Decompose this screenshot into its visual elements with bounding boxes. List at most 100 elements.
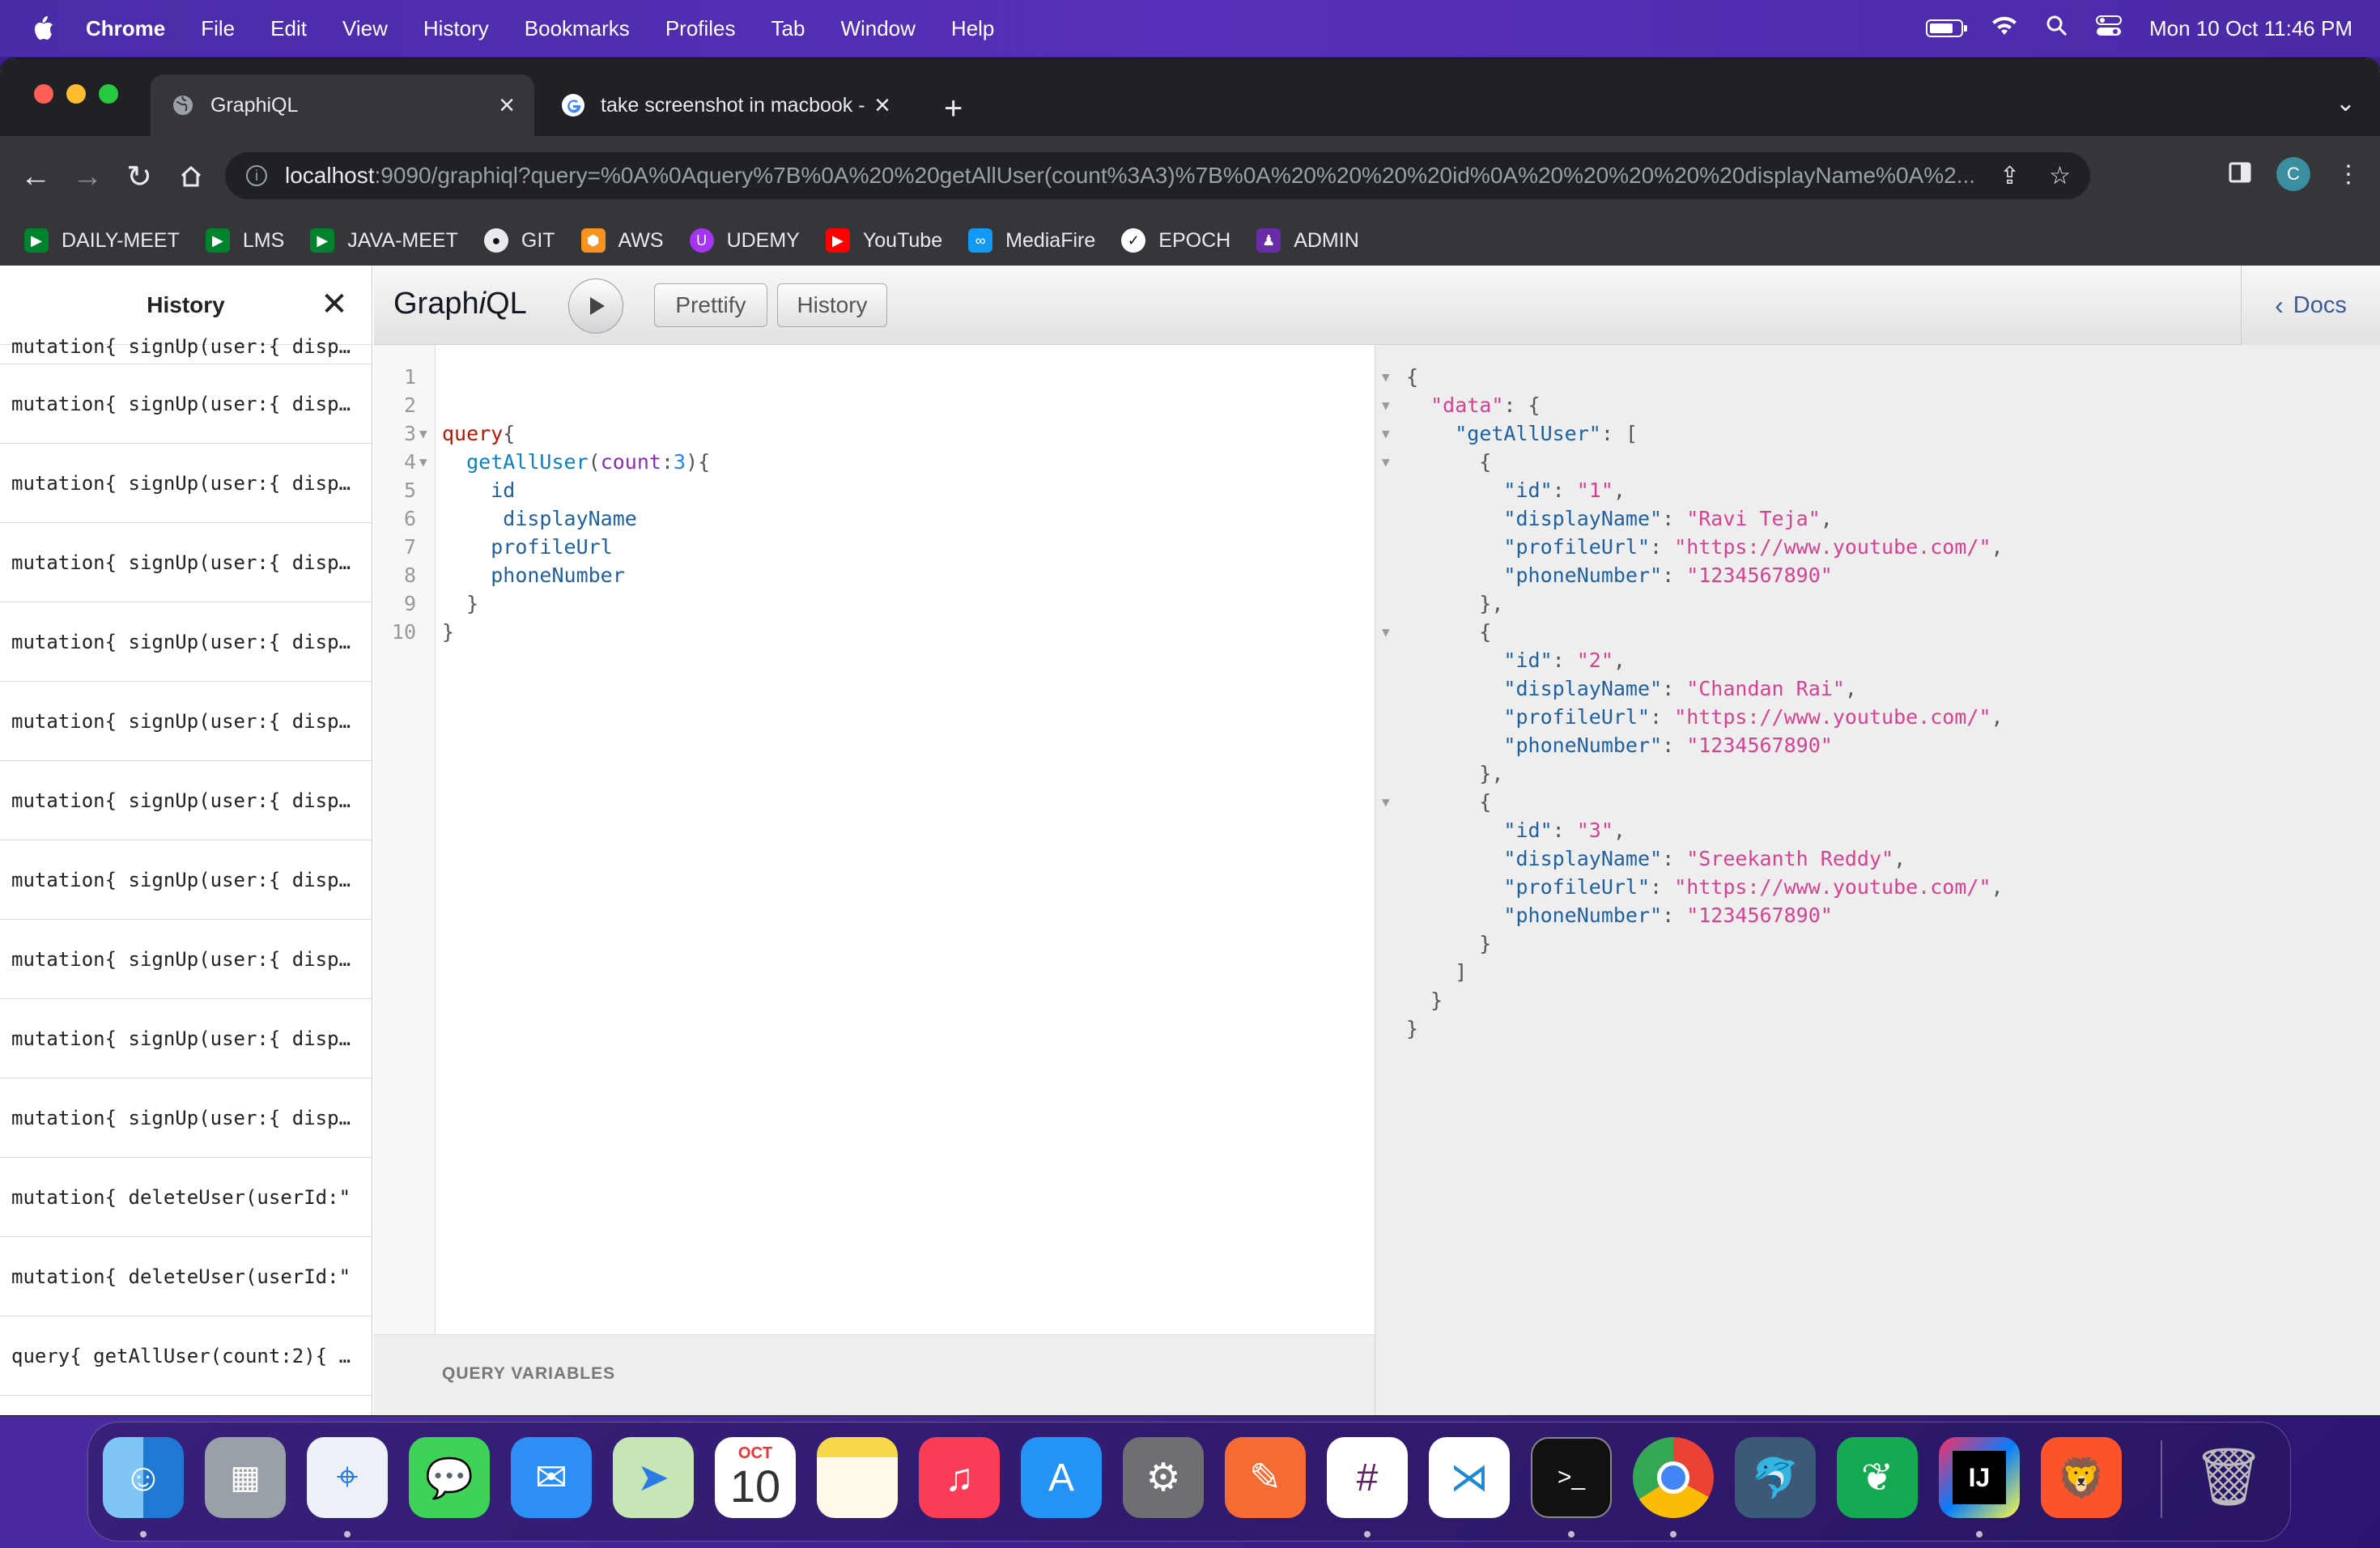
bookmark-aws[interactable]: ⬢ AWS bbox=[580, 228, 664, 253]
slack-icon[interactable]: # bbox=[1327, 1437, 1408, 1518]
history-item[interactable]: mutation{ signUp(user:{ displayName bbox=[0, 335, 372, 364]
maps-icon[interactable]: ➤ bbox=[613, 1437, 694, 1518]
new-tab-icon[interactable]: + bbox=[944, 91, 963, 127]
menu-tab[interactable]: Tab bbox=[771, 16, 805, 41]
history-item[interactable]: mutation{ signUp(user:{ displayName bbox=[0, 364, 372, 444]
music-icon[interactable]: ♫ bbox=[919, 1437, 1000, 1518]
calendar-icon[interactable]: OCT 10 bbox=[715, 1437, 796, 1518]
history-item[interactable]: mutation{ deleteUser(userId:" bbox=[0, 1237, 372, 1316]
history-item[interactable]: mutation{ signUp(user:{ displayName bbox=[0, 840, 372, 920]
battery-icon[interactable] bbox=[1926, 19, 1968, 37]
history-item[interactable]: mutation{ signUp(user:{ displayName bbox=[0, 999, 372, 1078]
play-icon bbox=[590, 297, 605, 315]
wifi-icon[interactable] bbox=[1991, 15, 2018, 42]
trash-icon[interactable]: 🗑 bbox=[2188, 1437, 2269, 1518]
brave-icon[interactable]: 🦁 bbox=[2041, 1437, 2122, 1518]
fold-arrow-icon[interactable]: ▼ bbox=[1382, 448, 1390, 476]
zoom-window-button[interactable] bbox=[99, 84, 118, 104]
site-info-icon[interactable]: i bbox=[246, 165, 267, 186]
spotlight-search-icon[interactable] bbox=[2046, 15, 2068, 43]
fold-arrow-icon[interactable]: ▼ bbox=[1382, 618, 1390, 646]
prettify-button[interactable]: Prettify bbox=[654, 283, 767, 327]
docs-button[interactable]: ‹ Docs bbox=[2241, 266, 2380, 345]
bookmark-mediafire[interactable]: ∞ MediaFire bbox=[968, 228, 1095, 253]
bookmark-star-icon[interactable]: ☆ bbox=[2049, 162, 2071, 190]
menu-file[interactable]: File bbox=[201, 16, 235, 41]
kebab-menu-icon[interactable]: ⋮ bbox=[2336, 160, 2361, 189]
app-store-icon[interactable]: A bbox=[1021, 1437, 1102, 1518]
fold-arrow-icon[interactable]: ▼ bbox=[1382, 788, 1390, 816]
bookmark-epoch[interactable]: ✓ EPOCH bbox=[1121, 228, 1230, 253]
messages-icon[interactable]: 💬 bbox=[409, 1437, 490, 1518]
menu-profiles[interactable]: Profiles bbox=[665, 16, 736, 41]
tab-google-search[interactable]: take screenshot in macbook - G × bbox=[541, 74, 910, 136]
menu-view[interactable]: View bbox=[342, 16, 388, 41]
bookmark-admin[interactable]: ♟ ADMIN bbox=[1256, 228, 1359, 253]
home-icon[interactable] bbox=[173, 159, 209, 194]
system-preferences-icon[interactable]: ⚙ bbox=[1123, 1437, 1204, 1518]
history-item[interactable]: mutation{ signUp(user:{ displayName bbox=[0, 920, 372, 999]
close-window-button[interactable] bbox=[34, 84, 53, 104]
query-editor[interactable]: 1 2 3 ▼ 4 ▼ 5 6 7 8 9 10 query{ getAllUs… bbox=[374, 345, 1375, 1415]
history-button[interactable]: History bbox=[777, 283, 887, 327]
history-item[interactable]: mutation{ signUp(user:{ displayName bbox=[0, 444, 372, 523]
bookmark-youtube[interactable]: ▶ YouTube bbox=[825, 228, 942, 253]
result-line: "displayName": "Ravi Teja", bbox=[1503, 507, 1833, 530]
menu-app-name[interactable]: Chrome bbox=[86, 16, 165, 41]
profile-avatar[interactable]: C bbox=[2276, 157, 2310, 191]
menu-window[interactable]: Window bbox=[840, 16, 915, 41]
back-arrow-icon[interactable]: ← bbox=[18, 159, 53, 194]
menu-bar-clock[interactable]: Mon 10 Oct 11:46 PM bbox=[2149, 16, 2352, 41]
reload-icon[interactable]: ↻ bbox=[121, 159, 157, 194]
menu-help[interactable]: Help bbox=[951, 16, 994, 41]
tab-close-icon[interactable]: × bbox=[869, 90, 895, 121]
control-center-icon[interactable] bbox=[2096, 15, 2123, 43]
mysql-workbench-icon[interactable]: 🐬 bbox=[1735, 1437, 1816, 1518]
history-item[interactable]: query{ getAllUser(count:2){ id bbox=[0, 1316, 372, 1396]
notes-icon[interactable] bbox=[817, 1437, 898, 1518]
finder-icon[interactable]: ☺ bbox=[103, 1437, 184, 1518]
postman-icon[interactable]: ✎ bbox=[1225, 1437, 1306, 1518]
history-item[interactable]: mutation{ signUp(user:{ displayName bbox=[0, 523, 372, 602]
vscode-icon[interactable]: ⋊ bbox=[1429, 1437, 1510, 1518]
result-line: }, bbox=[1406, 592, 1504, 615]
intellij-icon[interactable]: IJ bbox=[1939, 1437, 2020, 1518]
fold-arrow-icon[interactable]: ▼ bbox=[1382, 419, 1390, 448]
fold-arrow-icon[interactable]: ▼ bbox=[1382, 391, 1390, 419]
tab-graphiql[interactable]: GraphiQL × bbox=[151, 74, 534, 136]
history-item[interactable]: mutation{ signUp(user:{ displayName bbox=[0, 602, 372, 682]
address-bar[interactable]: i localhost:9090/graphiql?query=%0A%0Aqu… bbox=[225, 152, 2090, 199]
close-icon[interactable]: ✕ bbox=[320, 288, 349, 321]
safari-icon[interactable]: ⌖ bbox=[307, 1437, 388, 1518]
bookmark-lms[interactable]: ▶ LMS bbox=[205, 228, 284, 253]
terminal-icon[interactable]: >_ bbox=[1531, 1437, 1612, 1518]
forward-arrow-icon[interactable]: → bbox=[70, 159, 105, 194]
share-icon[interactable]: ⇪ bbox=[2000, 162, 2020, 190]
query-variables-bar[interactable]: QUERY VARIABLES bbox=[374, 1334, 1375, 1415]
history-item[interactable]: mutation{ signUp(user:{ displayName bbox=[0, 761, 372, 840]
fold-arrow-icon[interactable]: ▼ bbox=[419, 419, 427, 448]
chrome-icon[interactable] bbox=[1633, 1437, 1714, 1518]
tab-search-chevron-icon[interactable]: ⌄ bbox=[2335, 89, 2356, 117]
history-item[interactable]: mutation{ deleteUser(userId:" bbox=[0, 1158, 372, 1237]
history-item[interactable]: mutation{ signUp(user:{ displayName bbox=[0, 1078, 372, 1158]
fold-arrow-icon[interactable]: ▼ bbox=[419, 448, 427, 476]
menu-bookmarks[interactable]: Bookmarks bbox=[525, 16, 630, 41]
tab-close-icon[interactable]: × bbox=[494, 90, 520, 121]
bookmark-git[interactable]: ● GIT bbox=[483, 228, 555, 253]
history-item[interactable]: mutation{ signUp(user:{ displayName bbox=[0, 682, 372, 761]
mail-icon[interactable]: ✉ bbox=[511, 1437, 592, 1518]
side-panel-icon[interactable] bbox=[2228, 160, 2252, 191]
mongodb-compass-icon[interactable]: ❦ bbox=[1837, 1437, 1918, 1518]
apple-menu-icon[interactable] bbox=[31, 15, 55, 42]
execute-query-button[interactable] bbox=[568, 279, 623, 334]
minimize-window-button[interactable] bbox=[66, 84, 86, 104]
bookmark-java-meet[interactable]: ▶ JAVA-MEET bbox=[310, 228, 458, 253]
menu-edit[interactable]: Edit bbox=[270, 16, 307, 41]
address-url[interactable]: localhost:9090/graphiql?query=%0A%0Aquer… bbox=[285, 163, 2000, 189]
menu-history[interactable]: History bbox=[423, 16, 489, 41]
bookmark-udemy[interactable]: U UDEMY bbox=[689, 228, 800, 253]
bookmark-daily-meet[interactable]: ▶ DAILY-MEET bbox=[24, 228, 180, 253]
launchpad-icon[interactable]: ▦ bbox=[205, 1437, 286, 1518]
fold-arrow-icon[interactable]: ▼ bbox=[1382, 363, 1390, 391]
